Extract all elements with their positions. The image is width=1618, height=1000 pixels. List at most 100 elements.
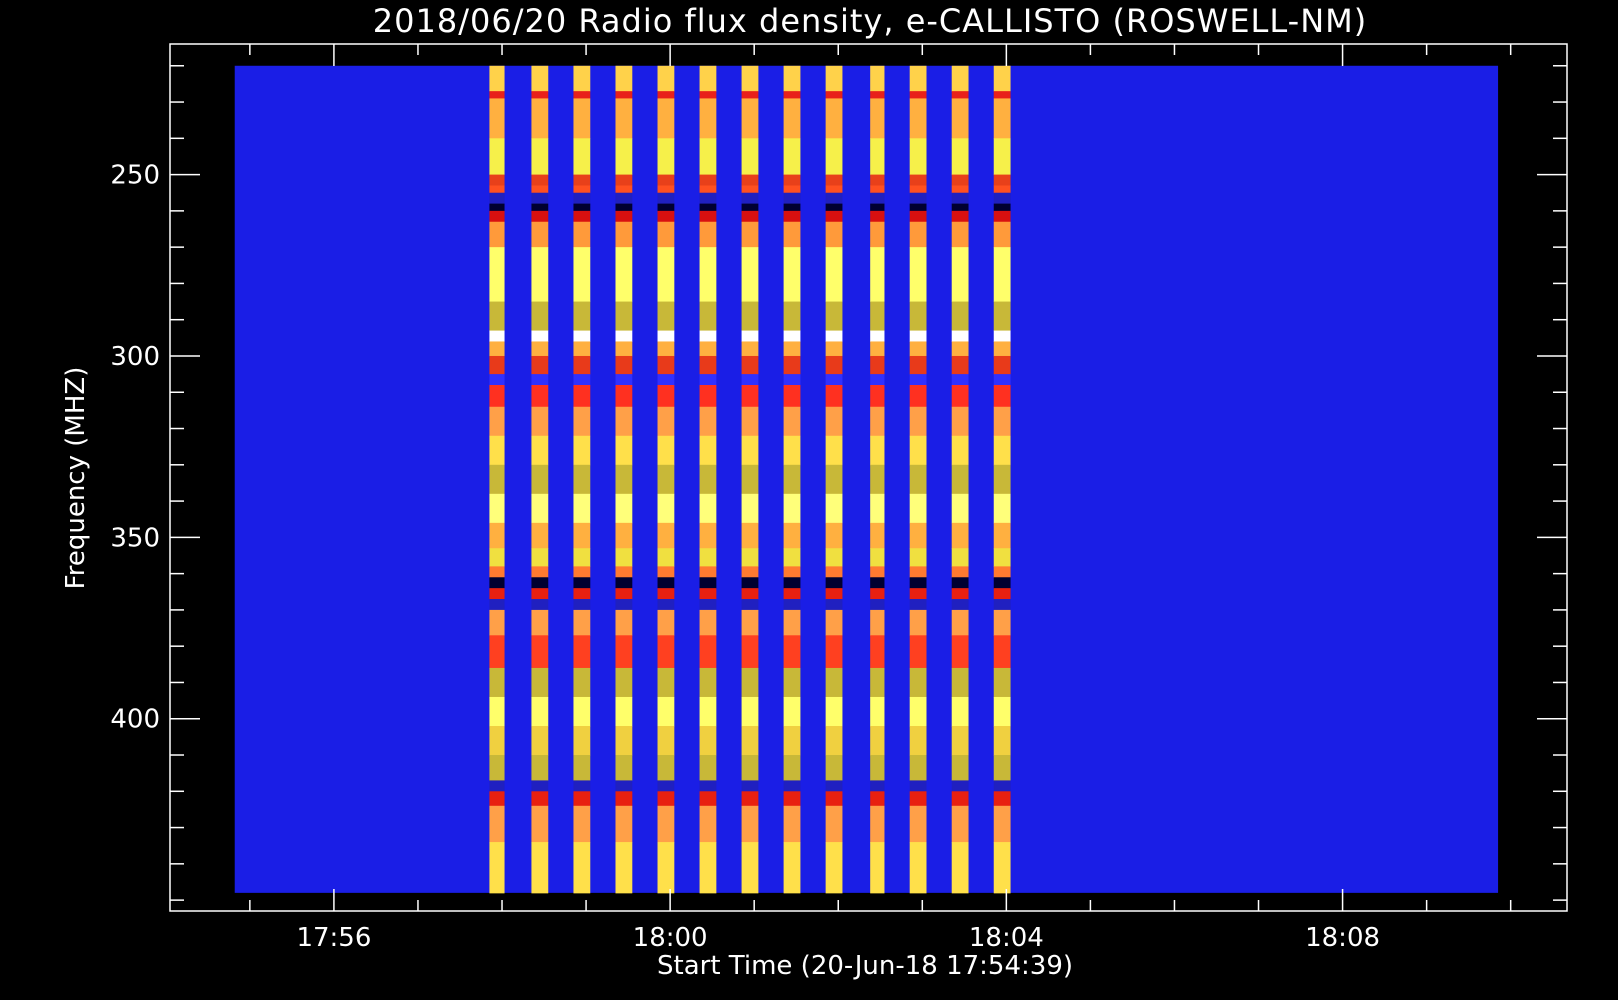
burst-band-7-32 (741, 725, 759, 756)
burst-band-5-29 (657, 635, 675, 669)
burst-band-10-37 (870, 842, 885, 894)
burst-band-13-3 (993, 98, 1011, 139)
burst-band-4-15 (615, 355, 633, 375)
burst-band-10-4 (870, 138, 885, 176)
burst-band-1-33 (489, 755, 505, 781)
burst-band-6-7 (699, 192, 717, 205)
burst-strip-10 (870, 65, 885, 894)
burst-band-5-13 (657, 330, 675, 342)
burst-band-7-5 (741, 174, 759, 186)
burst-band-8-30 (783, 667, 801, 698)
burst-band-13-21 (993, 493, 1011, 524)
burst-band-5-8 (657, 203, 675, 212)
burst-band-8-34 (783, 780, 801, 792)
burst-band-5-23 (657, 548, 675, 567)
y-tick-label: 250 (110, 161, 160, 191)
burst-band-1-22 (489, 522, 505, 549)
burst-band-2-7 (531, 192, 549, 205)
burst-band-10-24 (870, 566, 885, 578)
burst-band-13-15 (993, 355, 1011, 375)
burst-band-12-22 (951, 522, 969, 549)
burst-strip-12 (951, 65, 969, 894)
burst-band-3-28 (573, 609, 591, 636)
burst-band-7-36 (741, 805, 759, 843)
burst-band-12-28 (951, 609, 969, 636)
burst-band-9-11 (825, 247, 843, 303)
burst-band-3-3 (573, 98, 591, 139)
burst-band-3-16 (573, 374, 591, 386)
burst-band-11-1 (909, 65, 927, 92)
burst-band-13-19 (993, 435, 1011, 466)
burst-band-10-16 (870, 374, 885, 386)
burst-strip-3 (573, 65, 591, 894)
burst-band-6-26 (699, 588, 717, 600)
burst-band-9-6 (825, 185, 843, 194)
burst-band-9-3 (825, 98, 843, 139)
burst-band-2-26 (531, 588, 549, 600)
burst-band-4-22 (615, 522, 633, 549)
burst-band-7-35 (741, 791, 759, 807)
burst-band-11-26 (909, 588, 927, 600)
burst-band-5-18 (657, 406, 675, 437)
burst-band-9-30 (825, 667, 843, 698)
burst-band-1-34 (489, 780, 505, 792)
burst-band-9-2 (825, 91, 843, 99)
burst-band-7-19 (741, 435, 759, 466)
burst-band-11-15 (909, 355, 927, 375)
burst-band-6-12 (699, 301, 717, 332)
burst-band-10-23 (870, 548, 885, 567)
y-tick-label: 350 (110, 523, 160, 553)
burst-band-4-8 (615, 203, 633, 212)
burst-band-1-30 (489, 667, 505, 698)
burst-band-13-30 (993, 667, 1011, 698)
burst-band-11-29 (909, 635, 927, 669)
burst-band-5-28 (657, 609, 675, 636)
burst-band-10-31 (870, 696, 885, 727)
burst-band-6-5 (699, 174, 717, 186)
burst-band-10-13 (870, 330, 885, 342)
burst-band-4-36 (615, 805, 633, 843)
burst-band-13-13 (993, 330, 1011, 342)
burst-band-4-27 (615, 599, 633, 611)
burst-band-12-29 (951, 635, 969, 669)
burst-band-9-32 (825, 725, 843, 756)
burst-band-8-10 (783, 221, 801, 248)
burst-band-9-21 (825, 493, 843, 524)
burst-band-11-2 (909, 91, 927, 99)
burst-band-10-10 (870, 221, 885, 248)
burst-band-6-31 (699, 696, 717, 727)
burst-band-2-9 (531, 210, 549, 223)
burst-band-8-18 (783, 406, 801, 437)
burst-band-8-2 (783, 91, 801, 99)
burst-band-9-1 (825, 65, 843, 92)
burst-band-13-29 (993, 635, 1011, 669)
burst-band-11-11 (909, 247, 927, 303)
burst-band-5-14 (657, 341, 675, 357)
burst-band-7-11 (741, 247, 759, 303)
burst-band-13-7 (993, 192, 1011, 205)
burst-band-2-28 (531, 609, 549, 636)
burst-band-11-32 (909, 725, 927, 756)
burst-band-12-18 (951, 406, 969, 437)
burst-band-9-14 (825, 341, 843, 357)
burst-band-6-36 (699, 805, 717, 843)
burst-band-6-30 (699, 667, 717, 698)
burst-band-3-34 (573, 780, 591, 792)
burst-band-3-23 (573, 548, 591, 567)
burst-band-11-24 (909, 566, 927, 578)
burst-band-3-13 (573, 330, 591, 342)
burst-band-9-35 (825, 791, 843, 807)
burst-band-8-23 (783, 548, 801, 567)
burst-band-9-13 (825, 330, 843, 342)
burst-band-11-9 (909, 210, 927, 223)
burst-band-11-30 (909, 667, 927, 698)
burst-band-9-24 (825, 566, 843, 578)
burst-band-11-33 (909, 755, 927, 781)
burst-band-8-33 (783, 755, 801, 781)
burst-band-5-31 (657, 696, 675, 727)
burst-band-9-5 (825, 174, 843, 186)
burst-band-11-36 (909, 805, 927, 843)
burst-band-4-2 (615, 91, 633, 99)
burst-band-12-3 (951, 98, 969, 139)
burst-band-3-24 (573, 566, 591, 578)
